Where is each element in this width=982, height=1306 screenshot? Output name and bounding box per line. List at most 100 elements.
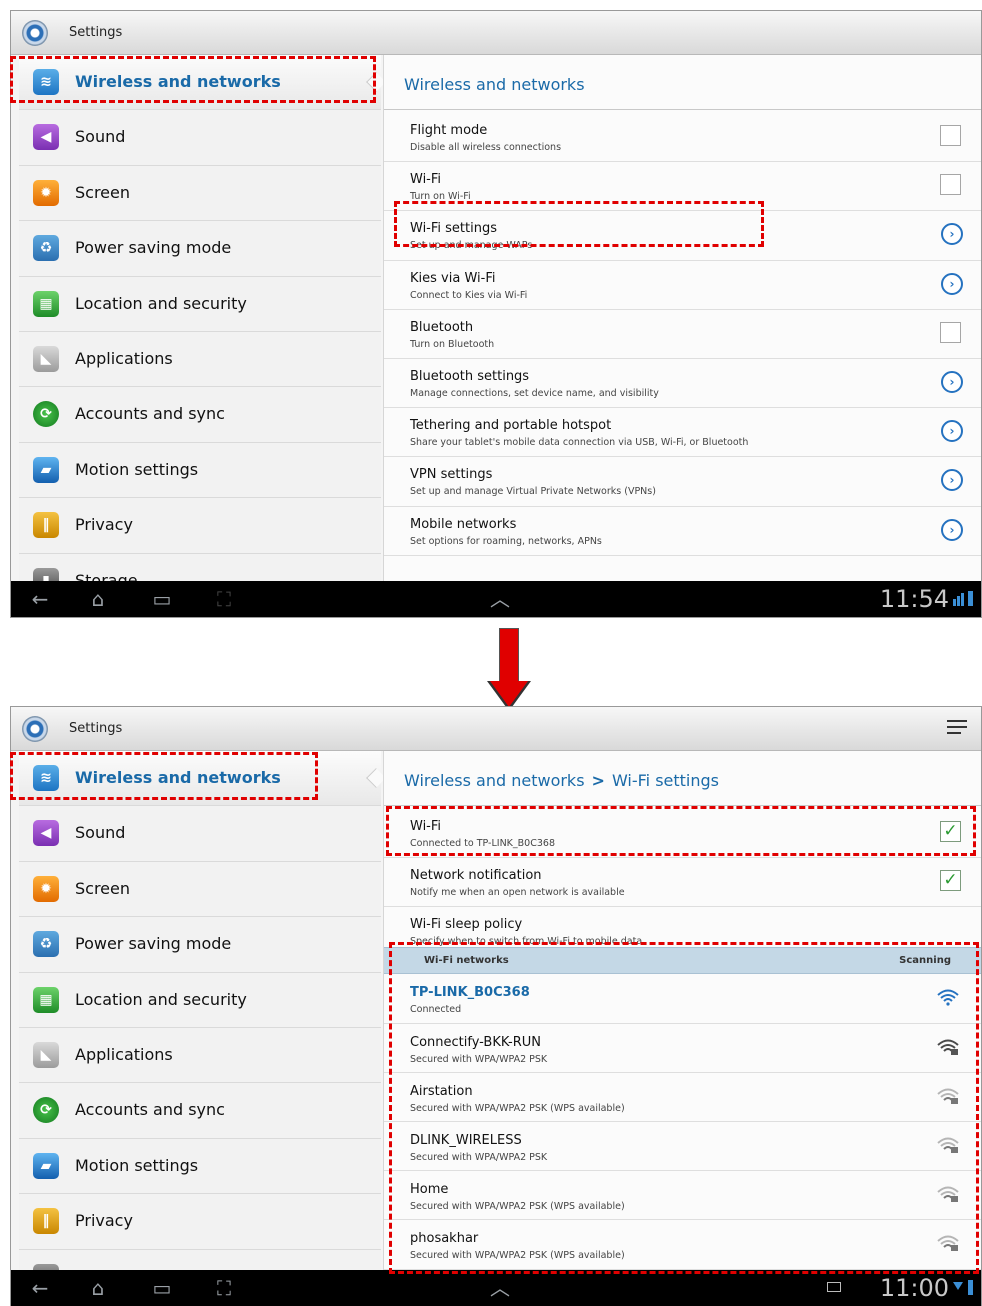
wifi-checkbox[interactable]: ✓: [940, 821, 961, 842]
battery-recycle-icon: ♻: [33, 931, 59, 958]
sidebar-item-label: Applications: [75, 348, 173, 368]
row-title: Flight mode: [410, 123, 488, 138]
settings-list: Flight mode Disable all wireless connect…: [384, 113, 981, 556]
settings-detail-pane: Wireless and networks Flight mode Disabl…: [383, 55, 981, 581]
battery-recycle-icon: ♻: [33, 235, 59, 262]
row-bluetooth-settings[interactable]: Bluetooth settings Manage connections, s…: [384, 359, 981, 409]
sidebar-item-wireless[interactable]: ≋ Wireless and networks: [19, 55, 381, 111]
network-name: Connectify-BKK-RUN: [410, 1034, 541, 1050]
row-flight-mode[interactable]: Flight mode Disable all wireless connect…: [384, 113, 981, 163]
sidebar-item-storage[interactable]: ▮ Storage: [19, 1250, 381, 1270]
row-subtitle: Turn on Bluetooth: [410, 338, 495, 350]
bluetooth-checkbox[interactable]: [940, 321, 961, 343]
network-item[interactable]: Connectify-BKK-RUN Secured with WPA/WPA2…: [384, 1024, 981, 1073]
row-subtitle: Connect to Kies via Wi-Fi: [410, 289, 528, 301]
app-title: Settings: [69, 25, 123, 40]
sidebar-item-motion[interactable]: ▰ Motion settings: [19, 1139, 381, 1195]
chevron-up-icon[interactable]: ︿: [485, 587, 515, 611]
brightness-icon: ✹: [33, 179, 59, 206]
sidebar-item-label: Screen: [75, 878, 131, 898]
screenshot-icon[interactable]: ⛶: [209, 587, 239, 611]
tablet-motion-icon: ▰: [33, 1152, 59, 1179]
row-title: Bluetooth: [410, 319, 474, 335]
row-title: Tethering and portable hotspot: [410, 418, 612, 434]
sidebar-item-label: Sound: [75, 823, 126, 843]
sync-icon: ⟳: [33, 1097, 59, 1124]
row-wifi-settings[interactable]: Wi-Fi settings Set up and manage WAPs ›: [384, 211, 981, 261]
sidebar-item-power-saving[interactable]: ♻ Power saving mode: [19, 917, 381, 973]
network-status: Secured with WPA/WPA2 PSK (WPS available…: [410, 1250, 625, 1262]
chevron-right-icon[interactable]: ›: [941, 469, 963, 492]
network-item[interactable]: TP-LINK_B0C368 Connected: [384, 974, 981, 1024]
back-icon[interactable]: ←: [25, 1276, 55, 1300]
network-item[interactable]: DLINK_WIRELESS Secured with WPA/WPA2 PSK: [384, 1122, 981, 1172]
row-subtitle: Specify when to switch from Wi-Fi to mob…: [410, 936, 643, 948]
sidebar-item-location-security[interactable]: ▦ Location and security: [19, 277, 381, 332]
title-bar: Settings: [11, 11, 981, 55]
network-name: Home: [410, 1182, 449, 1198]
sidebar-item-power-saving[interactable]: ♻ Power saving mode: [19, 221, 381, 277]
recent-apps-icon[interactable]: ▭: [147, 1276, 177, 1300]
network-item[interactable]: phosakhar Secured with WPA/WPA2 PSK (WPS…: [384, 1220, 981, 1270]
chevron-right-icon[interactable]: ›: [941, 370, 963, 393]
sidebar-item-storage[interactable]: ▮ Storage: [19, 554, 381, 581]
sidebar-item-privacy[interactable]: ‖ Privacy: [19, 1194, 381, 1250]
settings-sidebar: ≋ Wireless and networks ◀ Sound ✹ Screen…: [19, 55, 381, 581]
row-subtitle: Manage connections, set device name, and…: [410, 387, 659, 399]
sidebar-item-privacy[interactable]: ‖ Privacy: [19, 498, 381, 554]
row-subtitle: Notify me when an open network is availa…: [410, 887, 625, 899]
sidebar-item-label: Accounts and sync: [75, 404, 225, 424]
row-tethering[interactable]: Tethering and portable hotspot Share you…: [384, 408, 981, 458]
breadcrumb-parent[interactable]: Wireless and networks: [404, 771, 585, 790]
row-wifi[interactable]: Wi-Fi Turn on Wi-Fi: [384, 162, 981, 212]
network-notification-checkbox[interactable]: ✓: [940, 870, 961, 892]
sidebar-item-screen[interactable]: ✹ Screen: [19, 862, 381, 918]
sidebar-item-wireless[interactable]: ≋ Wireless and networks: [19, 751, 381, 807]
sidebar-item-accounts-sync[interactable]: ⟳ Accounts and sync: [19, 1083, 381, 1139]
location-grid-icon: ▦: [33, 986, 59, 1013]
wifi-networks-header: Wi-Fi networks Scanning: [384, 947, 981, 975]
row-vpn-settings[interactable]: VPN settings Set up and manage Virtual P…: [384, 457, 981, 507]
sidebar-item-applications[interactable]: ◣ Applications: [19, 1028, 381, 1084]
fence-icon: ‖: [33, 512, 59, 539]
chevron-right-icon[interactable]: ›: [941, 272, 963, 295]
network-item[interactable]: Home Secured with WPA/WPA2 PSK (WPS avai…: [384, 1171, 981, 1221]
sidebar-item-label: Wireless and networks: [75, 768, 281, 787]
sidebar-item-location-security[interactable]: ▦ Location and security: [19, 973, 381, 1028]
menu-icon[interactable]: [947, 720, 967, 736]
chevron-right-icon[interactable]: ›: [941, 223, 963, 246]
back-icon[interactable]: ←: [25, 587, 55, 611]
row-wifi[interactable]: Wi-Fi Connected to TP-LINK_B0C368 ✓: [384, 809, 981, 859]
breadcrumb-current: Wi-Fi settings: [611, 771, 719, 790]
network-item[interactable]: Airstation Secured with WPA/WPA2 PSK (WP…: [384, 1073, 981, 1122]
chevron-right-icon[interactable]: ›: [941, 420, 963, 443]
sidebar-item-label: Location and security: [75, 293, 247, 313]
row-title: Wi-Fi: [410, 819, 442, 834]
mail-notification-icon[interactable]: [827, 1282, 841, 1292]
wifi-secured-icon: [937, 1088, 959, 1104]
row-kies-via-wifi[interactable]: Kies via Wi-Fi Connect to Kies via Wi-Fi…: [384, 261, 981, 310]
sidebar-item-screen[interactable]: ✹ Screen: [19, 166, 381, 222]
sidebar-item-accounts-sync[interactable]: ⟳ Accounts and sync: [19, 387, 381, 443]
home-icon[interactable]: ⌂: [83, 587, 113, 611]
home-icon[interactable]: ⌂: [83, 1276, 113, 1300]
speaker-icon: ◀: [33, 124, 59, 151]
flight-mode-checkbox[interactable]: [940, 125, 961, 146]
sidebar-item-applications[interactable]: ◣ Applications: [19, 332, 381, 388]
sidebar-item-motion[interactable]: ▰ Motion settings: [19, 443, 381, 499]
wifi-checkbox[interactable]: [940, 174, 961, 196]
row-mobile-networks[interactable]: Mobile networks Set options for roaming,…: [384, 507, 981, 556]
sidebar-item-sound[interactable]: ◀ Sound: [19, 806, 381, 862]
screenshot-icon[interactable]: ⛶: [209, 1276, 239, 1300]
chevron-up-icon[interactable]: ︿: [485, 1276, 515, 1300]
recent-apps-icon[interactable]: ▭: [147, 587, 177, 611]
row-network-notification[interactable]: Network notification Notify me when an o…: [384, 858, 981, 908]
status-clock: 11:54: [879, 585, 949, 613]
network-status: Secured with WPA/WPA2 PSK: [410, 1151, 548, 1163]
row-bluetooth[interactable]: Bluetooth Turn on Bluetooth: [384, 310, 981, 359]
sidebar-item-sound[interactable]: ◀ Sound: [19, 110, 381, 166]
chevron-right-icon[interactable]: ›: [941, 518, 963, 541]
fence-icon: ‖: [33, 1208, 59, 1235]
row-wifi-sleep-policy[interactable]: Wi-Fi sleep policy Specify when to switc…: [384, 907, 981, 947]
android-icon: ◣: [33, 345, 59, 372]
